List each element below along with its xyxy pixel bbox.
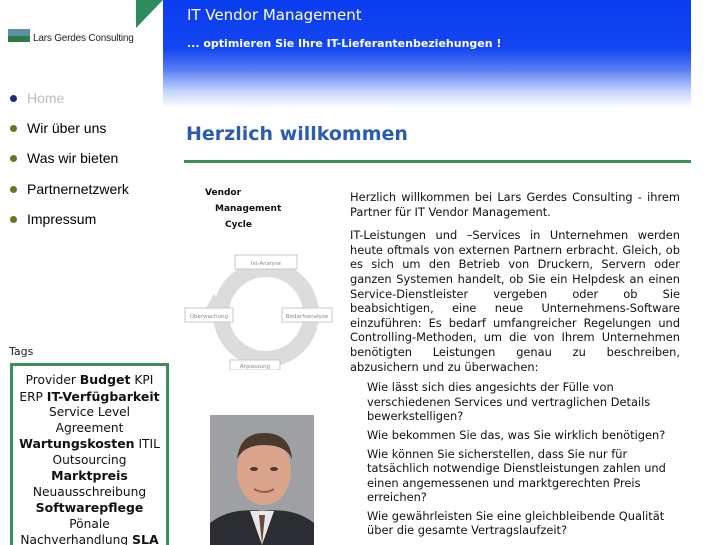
page-title: Herzlich willkommen — [186, 123, 408, 145]
nav-item-label: Partnernetzwerk — [27, 181, 129, 197]
tag-link[interactable]: Nachverhandlung — [20, 533, 128, 545]
stage-label: Anpassung — [240, 364, 270, 370]
tag-link[interactable]: KPI — [134, 373, 153, 387]
question-item: Wie bekommen Sie das, was Sie wirklich b… — [367, 427, 666, 442]
portrait-photo — [210, 415, 314, 545]
nav-item-label: Home — [27, 90, 65, 106]
body-paragraph: IT-Leistungen und –Services in Unternehm… — [350, 228, 680, 374]
company-logo[interactable]: Lars Gerdes Consulting — [0, 0, 163, 54]
tag-link[interactable]: Budget — [80, 372, 131, 387]
tag-link[interactable]: Pönale — [69, 517, 109, 531]
tag-link[interactable]: Outsourcing — [53, 453, 127, 467]
vendor-management-cycle-diagram: Vendor Management Cycle Ist-Analyse Beda… — [184, 180, 334, 380]
nav-item-label: Wir über uns — [27, 120, 107, 136]
header-banner: IT Vendor Management ... optimieren Sie … — [163, 0, 691, 108]
portrait-illustration — [210, 415, 314, 545]
logo-name: Lars Gerdes Consulting — [33, 33, 134, 44]
logo-mark — [8, 29, 30, 42]
main-text-column: Herzlich willkommen bei Lars Gerdes Cons… — [350, 190, 680, 542]
cycle-graphic: Ist-Analyse Bedarfsanalyse Anpassung Übe… — [184, 254, 333, 370]
site-subtitle: ... optimieren Sie Ihre IT-Lieferantenbe… — [187, 37, 502, 50]
diagram-title-line: Cycle — [225, 220, 252, 230]
tag-link[interactable]: Marktpreis — [51, 468, 128, 483]
bullet-icon — [10, 154, 17, 162]
logo-corner-triangle — [136, 0, 163, 28]
nav-item-was-wir-bieten[interactable]: Was wir bieten — [10, 148, 118, 168]
site-title: IT Vendor Management — [187, 6, 362, 24]
tag-cloud: Provider Budget KPI ERP IT-Verfügbarkeit… — [10, 363, 169, 545]
nav-item-partnernetzwerk[interactable]: Partnernetzwerk — [10, 179, 129, 199]
bullet-icon — [10, 215, 17, 223]
diagram-title-line: Management — [215, 204, 282, 214]
diagram-title-line: Vendor — [205, 188, 242, 198]
tag-link[interactable]: Softwarepflege — [36, 500, 144, 515]
tag-link[interactable]: Service Level Agreement — [49, 405, 130, 435]
nav-item-home[interactable]: Home — [10, 88, 64, 108]
question-item: Wie lässt sich dies angesichts der Fülle… — [367, 380, 651, 424]
nav-item-label: Impressum — [27, 211, 97, 227]
nav-item-wir-ueber-uns[interactable]: Wir über uns — [10, 118, 106, 138]
tag-link[interactable]: ERP — [19, 390, 43, 404]
tag-link[interactable]: ITIL — [138, 437, 159, 451]
nav-item-impressum[interactable]: Impressum — [10, 209, 96, 229]
stage-label: Bedarfsanalyse — [286, 314, 329, 320]
tag-link[interactable]: IT-Verfügbarkeit — [47, 389, 160, 404]
bullet-icon — [10, 124, 17, 132]
question-item: Wie gewährleisten Sie eine gleichbleiben… — [367, 508, 665, 538]
stage-label: Überwachung — [190, 313, 228, 320]
bullet-icon — [10, 94, 17, 102]
bullet-icon — [10, 185, 17, 193]
tags-heading: Tags — [9, 345, 34, 358]
tag-link[interactable]: Wartungskosten — [19, 436, 134, 451]
tag-link[interactable]: Provider — [26, 373, 76, 387]
heading-divider — [184, 160, 691, 163]
tag-link[interactable]: Neuausschreibung — [33, 485, 146, 499]
question-item: Wie können Sie sicherstellen, dass Sie n… — [367, 446, 666, 505]
question-list: Wie lässt sich dies angesichts der Fülle… — [350, 380, 680, 538]
tag-link[interactable]: SLA — [132, 532, 159, 545]
nav-item-label: Was wir bieten — [27, 150, 119, 166]
stage-label: Ist-Analyse — [251, 261, 282, 267]
intro-paragraph: Herzlich willkommen bei Lars Gerdes Cons… — [350, 190, 680, 219]
